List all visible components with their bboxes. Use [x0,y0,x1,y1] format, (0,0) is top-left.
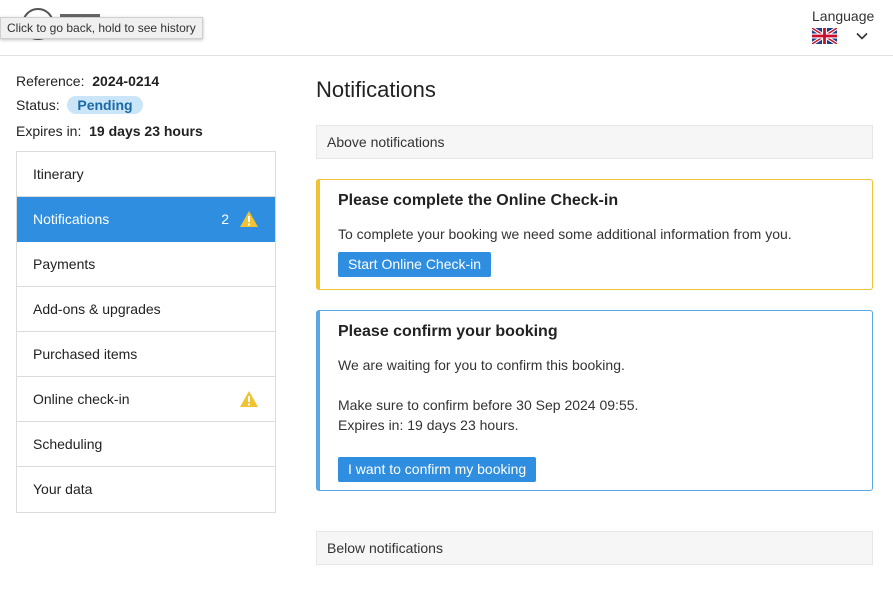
reference-row: Reference: 2024-0214 [16,73,159,89]
expires-row: Expires in: 19 days 23 hours [16,123,203,139]
sidebar-item-purchased[interactable]: Purchased items [17,332,275,377]
sidebar-item-label: Scheduling [33,436,103,452]
confirm-booking-button[interactable]: I want to confirm my booking [338,457,537,482]
sidebar-item-label: Purchased items [33,346,138,362]
top-header: Click to go back, hold to see history La… [0,0,893,56]
sidebar-item-payments[interactable]: Payments [17,242,275,287]
reference-label: Reference: [16,73,85,89]
sidebar-item-notifications[interactable]: Notifications 2 [17,197,275,242]
confirm-booking-card: Please confirm your booking We are waiti… [316,310,873,491]
checkin-card-title: Please complete the Online Check-in [338,192,619,209]
confirm-card-text: We are waiting for you to confirm this b… [338,357,625,373]
sidebar-item-scheduling[interactable]: Scheduling [17,422,275,467]
checkin-notification-card: Please complete the Online Check-in To c… [316,179,873,290]
confirm-card-title: Please confirm your booking [338,323,558,340]
uk-flag-icon[interactable] [812,28,837,44]
sidebar-item-addons[interactable]: Add-ons & upgrades [17,287,275,332]
status-badge: Pending [67,96,143,114]
page-title: Notifications [316,77,436,102]
status-label: Status: [16,97,60,113]
sidebar-item-label: Your data [33,481,93,497]
checkin-card-text: To complete your booking we need some ad… [338,226,792,242]
sidebar-item-label: Notifications [33,211,110,227]
start-online-checkin-button[interactable]: Start Online Check-in [338,252,492,277]
back-tooltip: Click to go back, hold to see history [0,17,203,39]
notification-count: 2 [221,211,229,227]
language-label: Language [812,8,875,24]
above-notifications-panel: Above notifications [316,125,873,159]
confirm-expires-text: Expires in: 19 days 23 hours. [338,417,519,433]
sidebar-item-label: Payments [33,256,96,272]
status-row: Status: Pending [16,96,143,114]
sidebar-item-label: Add-ons & upgrades [33,301,161,317]
below-notifications-panel: Below notifications [316,531,873,565]
reference-value: 2024-0214 [92,73,160,89]
warning-icon [240,211,258,227]
warning-icon [240,391,258,407]
chevron-down-icon[interactable] [855,29,869,43]
sidebar-item-label: Itinerary [33,166,84,182]
sidebar-item-your-data[interactable]: Your data [17,467,275,512]
expires-label: Expires in: [16,123,82,139]
sidebar-item-label: Online check-in [33,391,130,407]
sidebar-menu: Itinerary Notifications 2 Payments Add-o… [16,151,276,513]
sidebar-item-itinerary[interactable]: Itinerary [17,152,275,197]
confirm-deadline-text: Make sure to confirm before 30 Sep 2024 … [338,397,639,413]
expires-value: 19 days 23 hours [89,123,203,139]
sidebar-item-online-checkin[interactable]: Online check-in [17,377,275,422]
